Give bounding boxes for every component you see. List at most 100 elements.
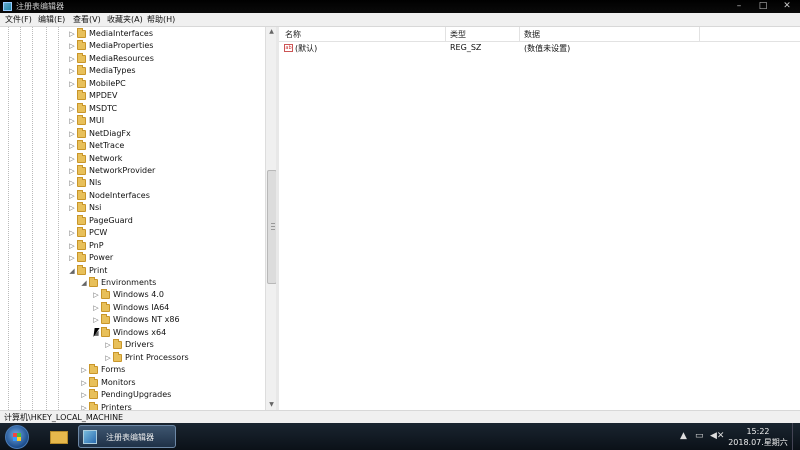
registry-tree[interactable]: ▷ MediaInterfaces ▷ MediaProperties ▷ MediaRe… <box>0 27 265 410</box>
tree-item[interactable]: ◢ Environments <box>0 277 265 289</box>
tree-expander-icon[interactable]: ◢ <box>80 278 88 288</box>
tree-expander-icon[interactable]: ◢ <box>68 266 76 276</box>
maximize-button[interactable]: □ <box>752 0 774 13</box>
show-desktop-button[interactable] <box>792 423 800 450</box>
menu-favorites[interactable]: 收藏夹(A) <box>107 14 143 25</box>
tree-expander-icon[interactable]: ▷ <box>68 241 76 251</box>
tree-expander-icon[interactable]: ▷ <box>80 378 88 388</box>
column-header-type[interactable]: 类型 <box>450 29 466 40</box>
tree-item[interactable]: ▷ PendingUpgrades <box>0 389 265 401</box>
tree-item[interactable]: ▷ Windows NT x86 <box>0 314 265 326</box>
tree-item[interactable]: ▷ Windows IA64 <box>0 301 265 314</box>
tree-expander-icon[interactable]: ▷ <box>68 79 76 89</box>
tree-item[interactable]: ▷ Windows 4.0 <box>0 289 265 301</box>
tree-expander-icon[interactable]: ▷ <box>68 29 76 39</box>
column-header-name[interactable]: 名称 <box>285 29 301 40</box>
tree-expander-icon[interactable]: ▷ <box>68 129 76 139</box>
folder-icon <box>77 127 86 138</box>
tree-expander-icon[interactable]: ▷ <box>80 365 88 375</box>
menu-view[interactable]: 查看(V) <box>73 14 101 25</box>
tree-expander-icon[interactable]: ▷ <box>68 228 76 238</box>
tree-expander-icon[interactable]: ▷ <box>68 116 76 126</box>
tree-expander-icon[interactable]: ▷ <box>68 104 76 114</box>
tree-item[interactable]: ▷ MediaResources <box>0 52 265 65</box>
tree-item[interactable]: ▷ PCW <box>0 227 265 239</box>
system-clock[interactable]: 15:22 2018.07.星期六 <box>728 426 788 448</box>
folder-icon <box>77 140 86 151</box>
tree-item[interactable]: ▷ Print Processors <box>0 351 265 364</box>
tree-expander-icon[interactable]: ▷ <box>68 203 76 213</box>
tree-expander-icon[interactable]: ▷ <box>68 178 76 188</box>
tree-expander-icon[interactable]: ▷ <box>68 166 76 176</box>
volume-muted-icon[interactable]: ◀✕ <box>710 431 724 441</box>
tree-item[interactable]: ▷ Printers <box>0 401 265 411</box>
folder-icon <box>77 40 86 51</box>
tree-item[interactable]: ▷ Monitors <box>0 376 265 389</box>
folder-icon <box>77 52 86 63</box>
menu-file[interactable]: 文件(F) <box>5 14 32 25</box>
tree-expander-icon[interactable]: ▷ <box>104 353 112 363</box>
tree-item[interactable]: ▷ PnP <box>0 239 265 252</box>
tree-item[interactable]: ◢ Windows x64 <box>0 326 265 339</box>
folder-icon <box>77 252 86 263</box>
network-icon[interactable]: ▭ <box>695 431 704 441</box>
tree-item[interactable]: ▷ NodeInterfaces <box>0 189 265 202</box>
tree-item-label: Environments <box>101 278 157 287</box>
tree-item[interactable]: ▷ Drivers <box>0 339 265 351</box>
tree-expander-icon[interactable]: ▷ <box>92 315 100 325</box>
minimize-button[interactable]: – <box>728 0 750 13</box>
title-bar: 注册表编辑器 – □ ✕ <box>0 0 800 13</box>
tree-item[interactable]: ▷ Network <box>0 152 265 165</box>
folder-icon <box>77 102 86 113</box>
tree-expander-icon[interactable]: ▷ <box>68 191 76 201</box>
tree-expander-icon[interactable]: ▷ <box>92 290 100 300</box>
folder-icon <box>101 289 110 300</box>
column-separator[interactable] <box>699 27 700 41</box>
tree-item[interactable]: ▷ MobilePC <box>0 77 265 90</box>
folder-icon <box>77 115 86 126</box>
tree-expander-icon[interactable]: ▷ <box>92 303 100 313</box>
tree-expander-icon[interactable]: ▷ <box>68 141 76 151</box>
start-button[interactable] <box>5 425 29 449</box>
tree-item[interactable]: ▷ MUI <box>0 115 265 127</box>
taskbar-regedit-button[interactable]: 注册表编辑器 <box>78 425 176 448</box>
tree-expander-icon[interactable]: ▷ <box>68 41 76 51</box>
tree-expander-icon[interactable]: ▷ <box>68 66 76 76</box>
tree-expander-icon[interactable]: ▷ <box>80 390 88 400</box>
menu-help[interactable]: 帮助(H) <box>147 14 175 25</box>
tree-item[interactable]: ▷ NetworkProvider <box>0 164 265 177</box>
tree-item[interactable]: ▷ MediaTypes <box>0 65 265 77</box>
tree-item[interactable]: MPDEV <box>0 90 265 102</box>
tree-expander-icon[interactable]: ▷ <box>80 403 88 411</box>
table-row[interactable]: ab (默认) REG_SZ (数值未设置) <box>279 42 800 54</box>
folder-icon <box>77 202 86 213</box>
tree-item[interactable]: ▷ NetDiagFx <box>0 127 265 140</box>
tree-item[interactable]: PageGuard <box>0 214 265 227</box>
menu-edit[interactable]: 编辑(E) <box>38 14 65 25</box>
tree-item[interactable]: ▷ MSDTC <box>0 102 265 115</box>
tree-item-label: Nls <box>89 178 102 188</box>
value-name: (默认) <box>295 44 318 53</box>
values-list[interactable]: 名称 类型 数据 ab (默认) REG_SZ (数值未设置) <box>279 27 800 410</box>
close-button[interactable]: ✕ <box>776 0 798 13</box>
folder-icon <box>77 90 86 101</box>
clock-time: 15:22 <box>746 427 770 436</box>
column-separator[interactable] <box>519 27 520 41</box>
tree-item[interactable]: ▷ Nls <box>0 177 265 189</box>
column-separator[interactable] <box>445 27 446 41</box>
tray-arrow-icon[interactable]: ▲ <box>680 431 687 441</box>
column-header-data[interactable]: 数据 <box>524 29 540 40</box>
tree-expander-icon[interactable]: ▷ <box>68 253 76 263</box>
tree-item[interactable]: ▷ Power <box>0 252 265 264</box>
tree-expander-icon[interactable]: ▷ <box>68 154 76 164</box>
taskbar-explorer-button[interactable] <box>44 425 74 448</box>
tree-item[interactable]: ▷ Forms <box>0 364 265 376</box>
tree-item[interactable]: ▷ MediaInterfaces <box>0 28 265 40</box>
tree-item-label: MSDTC <box>89 103 118 113</box>
tree-item[interactable]: ▷ MediaProperties <box>0 40 265 52</box>
tree-expander-icon[interactable]: ▷ <box>104 340 112 350</box>
tree-expander-icon[interactable]: ▷ <box>68 54 76 64</box>
tree-item[interactable]: ▷ NetTrace <box>0 140 265 152</box>
tree-item[interactable]: ◢ Print <box>0 264 265 277</box>
tree-item[interactable]: ▷ Nsi <box>0 202 265 214</box>
